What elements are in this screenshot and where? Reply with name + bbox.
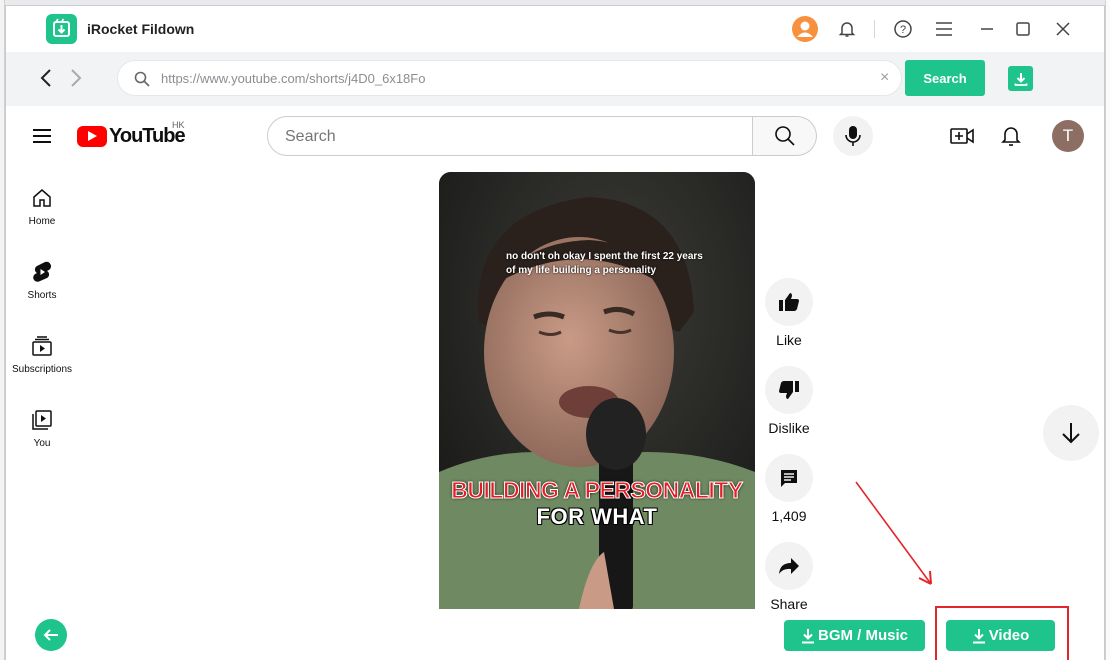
like-label: Like <box>776 332 802 348</box>
dislike-label: Dislike <box>768 420 810 436</box>
forward-arrow-icon[interactable] <box>64 66 88 90</box>
comments-count: 1,409 <box>771 508 807 524</box>
account-avatar[interactable]: T <box>1052 120 1084 152</box>
app-title: iRocket Fildown <box>87 21 195 37</box>
thumbs-up-icon[interactable] <box>765 278 813 326</box>
create-video-icon[interactable] <box>949 123 975 149</box>
youtube-search-button[interactable] <box>753 116 817 156</box>
share-icon[interactable] <box>765 542 813 590</box>
microphone-icon <box>845 126 861 146</box>
notifications-bell-icon[interactable] <box>998 123 1024 149</box>
minimize-icon[interactable] <box>973 15 1001 43</box>
bgm-label: BGM / Music <box>817 627 908 644</box>
subscriptions-icon <box>30 334 54 358</box>
clear-icon[interactable]: × <box>880 69 889 87</box>
titlebar-divider <box>874 20 875 38</box>
address-bar: https://www.youtube.com/shorts/j4D0_6x18… <box>6 52 1104 106</box>
home-icon <box>30 186 54 210</box>
share-label: Share <box>770 596 808 612</box>
video-caption-white: FOR WHAT <box>536 504 658 529</box>
guide-label-home: Home <box>28 216 56 227</box>
arrow-left-icon <box>43 629 58 641</box>
search-icon <box>134 71 150 87</box>
share-action[interactable]: Share <box>763 542 815 612</box>
maximize-icon[interactable] <box>1009 15 1037 43</box>
annotation-highlight-box <box>935 606 1069 660</box>
guide-label-you: You <box>33 438 51 449</box>
next-video-button[interactable] <box>1043 405 1099 461</box>
svg-text:?: ? <box>900 24 906 36</box>
return-button[interactable] <box>35 619 67 651</box>
guide-item-shorts[interactable]: Shorts <box>6 260 78 301</box>
video-frame-image <box>439 172 755 609</box>
search-icon <box>774 126 795 146</box>
close-icon[interactable] <box>1049 15 1077 43</box>
dislike-action[interactable]: Dislike <box>763 366 815 436</box>
avatar-icon[interactable] <box>791 15 819 43</box>
guide-label-shorts: Shorts <box>27 290 57 301</box>
comments-action[interactable]: 1,409 <box>763 454 815 524</box>
background-window-right <box>1105 0 1110 660</box>
download-bgm-button[interactable]: BGM / Music <box>784 620 925 651</box>
region-code: HK <box>172 120 185 130</box>
back-arrow-icon[interactable] <box>34 66 58 90</box>
bell-icon[interactable] <box>833 15 861 43</box>
app-logo-icon <box>46 14 77 44</box>
app-window: iRocket Fildown ? https://www.youtube.co… <box>5 5 1105 660</box>
title-bar: iRocket Fildown ? <box>6 6 1104 52</box>
downloads-icon[interactable] <box>1008 66 1033 91</box>
desktop: iRocket Fildown ? https://www.youtube.co… <box>0 0 1110 660</box>
arrow-down-icon <box>1062 423 1080 444</box>
youtube-search-placeholder: Search <box>285 128 336 145</box>
youtube-search-input[interactable]: Search <box>267 116 753 156</box>
video-caption-top: no don't oh okay I spent the first 22 ye… <box>506 251 703 276</box>
short-video-player[interactable]: no don't oh okay I spent the first 22 ye… <box>439 172 755 609</box>
guide-menu-icon[interactable] <box>33 129 51 147</box>
video-caption-red: BUILDING A PERSONALITY <box>451 477 744 504</box>
guide-label-subscriptions: Subscriptions <box>11 364 73 375</box>
help-icon[interactable]: ? <box>889 15 917 43</box>
youtube-logo[interactable]: YouTube <box>77 123 186 149</box>
guide-item-subscriptions[interactable]: Subscriptions <box>6 334 78 375</box>
comment-icon[interactable] <box>765 454 813 502</box>
search-button[interactable]: Search <box>905 60 985 96</box>
guide-item-you[interactable]: You <box>6 408 78 449</box>
guide-item-home[interactable]: Home <box>6 186 78 227</box>
you-icon <box>30 408 54 432</box>
url-text: https://www.youtube.com/shorts/j4D0_6x18… <box>161 71 426 86</box>
shorts-icon <box>30 260 54 284</box>
youtube-play-icon <box>77 125 107 147</box>
web-view: YouTube HK Search T Home Shorts Subscrip… <box>6 106 1104 660</box>
like-action[interactable]: Like <box>763 278 815 348</box>
download-icon <box>801 628 814 643</box>
voice-search-button[interactable] <box>833 116 873 156</box>
annotation-arrow <box>855 481 932 585</box>
thumbs-down-icon[interactable] <box>765 366 813 414</box>
menu-icon[interactable] <box>930 15 958 43</box>
url-input[interactable]: https://www.youtube.com/shorts/j4D0_6x18… <box>117 60 902 96</box>
